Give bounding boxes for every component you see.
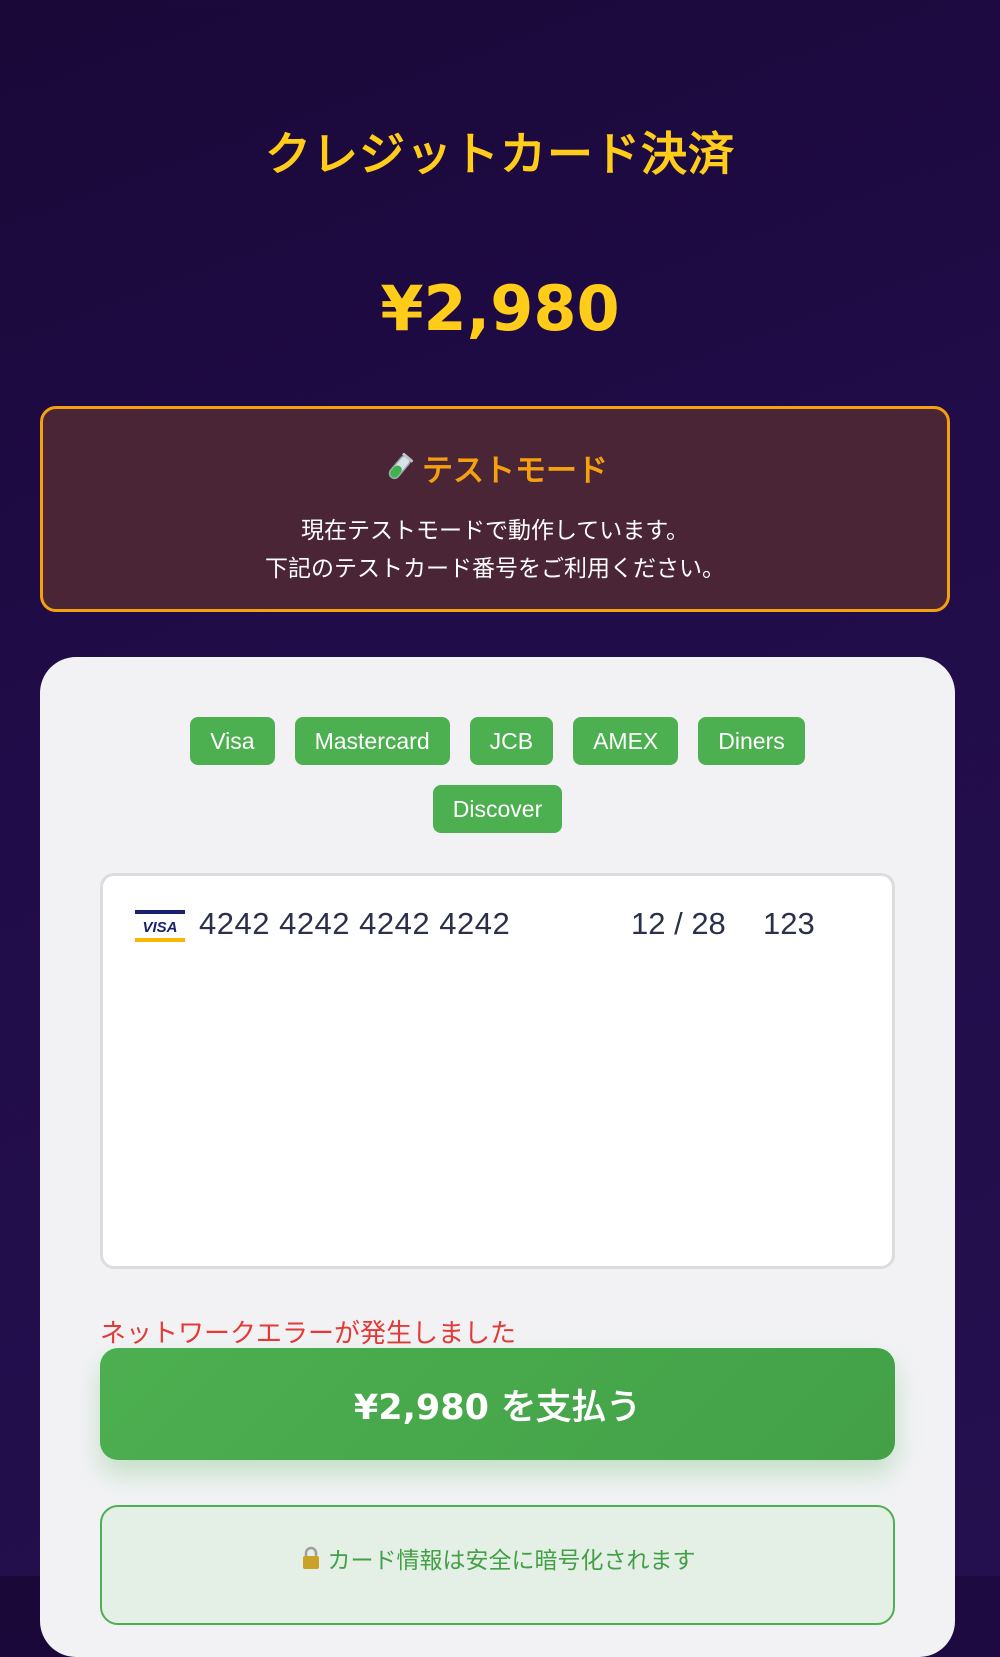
security-notice-text: カード情報は安全に暗号化されます (327, 1548, 696, 1574)
test-card-brands: Visa Mastercard JCB AMEX Diners Discover (40, 717, 955, 833)
svg-text:VISA: VISA (142, 919, 177, 936)
test-mode-line-1: 現在テストモードで動作しています。 (300, 518, 689, 544)
test-mode-title: テストモード (43, 445, 947, 490)
brand-chip-visa[interactable]: Visa (190, 717, 275, 765)
card-cvc-input[interactable]: 123 (763, 906, 815, 942)
security-notice-row: カード情報は安全に暗号化されます (102, 1541, 893, 1575)
brand-chip-discover[interactable]: Discover (432, 785, 563, 833)
test-tube-icon (382, 451, 416, 485)
test-mode-label: テストモード (422, 453, 608, 489)
card-number-input[interactable]: 4242 4242 4242 4242 (199, 906, 510, 942)
card-expiry-input[interactable]: 12 / 28 (631, 906, 726, 942)
payment-card-panel: Visa Mastercard JCB AMEX Diners Discover… (40, 657, 955, 1657)
brand-chip-amex[interactable]: AMEX (573, 717, 679, 765)
security-notice: カード情報は安全に暗号化されます (100, 1505, 895, 1625)
brand-chip-jcb[interactable]: JCB (469, 717, 554, 765)
pay-button[interactable]: ¥2,980 を支払う (100, 1348, 895, 1460)
brand-chip-mastercard[interactable]: Mastercard (294, 717, 450, 765)
error-message: ネットワークエラーが発生しました (100, 1319, 517, 1349)
page-title: クレジットカード決済 (265, 127, 735, 181)
brand-chip-diners[interactable]: Diners (698, 717, 805, 765)
visa-icon: VISA (135, 910, 185, 942)
lock-icon (300, 1546, 322, 1570)
test-mode-line-2: 下記のテストカード番号をご利用ください。 (265, 556, 725, 582)
test-mode-banner: テストモード 現在テストモードで動作しています。 下記のテストカード番号をご利用… (40, 406, 950, 612)
card-input-field[interactable]: VISA 4242 4242 4242 4242 12 / 28 123 (100, 873, 895, 1269)
payment-amount: ¥2,980 (380, 272, 620, 345)
